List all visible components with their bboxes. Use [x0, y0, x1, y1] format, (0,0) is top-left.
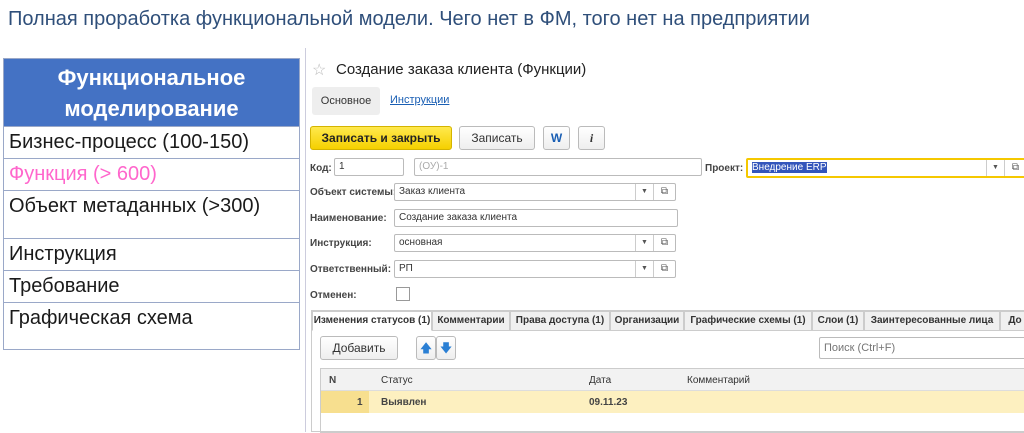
open-icon[interactable]: ⧉	[653, 184, 675, 200]
code-input[interactable]: 1	[334, 158, 404, 176]
functional-modeling-table: Функциональное моделирование Бизнес-проц…	[3, 58, 300, 350]
save-button[interactable]: Записать	[459, 126, 535, 150]
slide-title: Полная проработка функциональной модели.…	[8, 8, 810, 30]
word-icon[interactable]: W	[543, 126, 570, 150]
project-value: Внедрение ERP	[752, 162, 827, 173]
subtab-comments[interactable]: Комментарии	[432, 311, 510, 331]
tab-main[interactable]: Основное	[312, 87, 380, 115]
row-n: 1	[357, 397, 363, 408]
column-n[interactable]: N	[329, 375, 336, 386]
move-up-icon[interactable]: 🡅	[416, 336, 436, 360]
table-row-highlighted: Функция (> 600)	[4, 158, 299, 190]
search-input[interactable]	[819, 337, 1024, 359]
column-date[interactable]: Дата	[589, 375, 611, 386]
instruction-field[interactable]: основная ▼ ⧉	[394, 234, 676, 252]
dropdown-icon[interactable]: ▼	[635, 261, 653, 277]
subtab-area: Изменения статусов (1) Комментарии Права…	[311, 310, 1024, 433]
subtab-stakeholders[interactable]: Заинтересованные лица	[864, 311, 1000, 331]
row-status: Выявлен	[381, 397, 427, 408]
dropdown-icon[interactable]: ▼	[635, 235, 653, 251]
open-icon[interactable]: ⧉	[653, 261, 675, 277]
add-button[interactable]: Добавить	[320, 336, 398, 360]
code2-input[interactable]: (ОУ)-1	[414, 158, 702, 176]
responsible-label: Ответственный:	[310, 264, 392, 275]
form-title: Создание заказа клиента (Функции)	[336, 61, 587, 78]
cancelled-label: Отменен:	[310, 290, 357, 301]
object-label: Объект системы:	[310, 187, 397, 198]
row-date: 09.11.23	[589, 397, 628, 408]
subtab-organizations[interactable]: Организации	[610, 311, 684, 331]
table-header: Функциональное моделирование	[4, 59, 299, 126]
responsible-value: РП	[399, 263, 413, 274]
form-panel: ☆ Создание заказа клиента (Функции) Осно…	[305, 48, 1024, 433]
header-line: моделирование	[64, 96, 239, 121]
cancelled-checkbox[interactable]	[396, 287, 410, 301]
object-field[interactable]: Заказ клиента ▼ ⧉	[394, 183, 676, 201]
subtab-layers[interactable]: Слои (1)	[812, 311, 864, 331]
status-grid: N Статус Дата Комментарий 1 Выявлен 09.1…	[320, 368, 1024, 433]
header-line: Функциональное	[57, 65, 246, 90]
table-row: Объект метаданных (>300)	[4, 190, 299, 238]
open-icon[interactable]: ⧉	[653, 235, 675, 251]
code-label: Код:	[310, 163, 332, 174]
table-row: Бизнес-процесс (100-150)	[4, 126, 299, 158]
grid-header: N Статус Дата Комментарий	[321, 369, 1024, 391]
tab-instructions[interactable]: Инструкции	[390, 94, 449, 106]
dropdown-icon[interactable]: ▼	[986, 160, 1004, 176]
table-row: Инструкция	[4, 238, 299, 270]
subtab-more[interactable]: До	[1000, 311, 1024, 331]
open-icon[interactable]: ⧉	[1004, 160, 1024, 176]
grid-row[interactable]: 1 Выявлен 09.11.23	[321, 391, 1024, 413]
instruction-label: Инструкция:	[310, 238, 372, 249]
responsible-field[interactable]: РП ▼ ⧉	[394, 260, 676, 278]
move-down-icon[interactable]: 🡇	[436, 336, 456, 360]
save-close-button[interactable]: Записать и закрыть	[310, 126, 452, 150]
dropdown-icon[interactable]: ▼	[635, 184, 653, 200]
star-icon[interactable]: ☆	[312, 60, 326, 80]
project-label: Проект:	[705, 163, 744, 174]
project-field[interactable]: Внедрение ERP ▼ ⧉	[746, 158, 1024, 178]
table-row: Требование	[4, 270, 299, 302]
name-input[interactable]: Создание заказа клиента	[394, 209, 678, 227]
subtab-access[interactable]: Права доступа (1)	[510, 311, 610, 331]
column-status[interactable]: Статус	[381, 375, 413, 386]
info-icon[interactable]: i	[578, 126, 605, 150]
subtab-status-changes[interactable]: Изменения статусов (1)	[312, 311, 432, 331]
instruction-value: основная	[399, 237, 443, 248]
object-value: Заказ клиента	[399, 186, 466, 197]
table-row: Графическая схема	[4, 302, 299, 349]
name-label: Наименование:	[310, 213, 387, 224]
column-comment[interactable]: Комментарий	[687, 375, 750, 386]
subtab-schemes[interactable]: Графические схемы (1)	[684, 311, 812, 331]
